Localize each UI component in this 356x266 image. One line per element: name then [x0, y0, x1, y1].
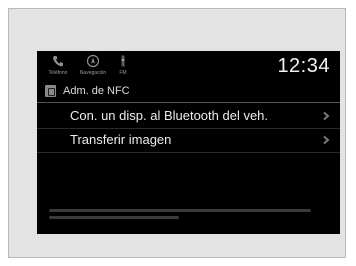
nfc-header: Adm. de NFC: [37, 83, 340, 101]
menu-item-label: Transferir imagen: [70, 132, 172, 147]
menu-divider: [37, 152, 340, 153]
menu-item-transfer-image[interactable]: Transferir imagen: [37, 129, 340, 151]
figure-frame: Teléfono Navegación FM 12:34 Adm. de NFC…: [8, 8, 346, 258]
navigation-icon: [86, 54, 100, 68]
page-title: Adm. de NFC: [63, 85, 130, 97]
phone-label: Teléfono: [48, 70, 68, 76]
fm-label: FM: [119, 70, 127, 76]
menu-item-bluetooth-connect[interactable]: Con. un disp. al Bluetooth del veh.: [37, 105, 340, 127]
menu-item-label: Con. un disp. al Bluetooth del veh.: [70, 108, 269, 123]
info-text-blurred: [49, 208, 319, 225]
header-divider: [37, 102, 340, 103]
chevron-right-icon: [323, 135, 330, 145]
infotainment-screen: Teléfono Navegación FM 12:34 Adm. de NFC…: [37, 51, 340, 234]
phone-icon: [52, 56, 63, 67]
radio-icon: [121, 55, 125, 67]
chevron-right-icon: [323, 111, 330, 121]
status-bar: Teléfono Navegación FM 12:34: [37, 51, 340, 81]
clock: 12:34: [277, 55, 330, 77]
phone-shortcut[interactable]: Teléfono: [38, 54, 78, 76]
nfc-icon: [45, 85, 56, 97]
illegible-text-lines: [49, 209, 311, 219]
fm-shortcut[interactable]: FM: [103, 54, 143, 76]
